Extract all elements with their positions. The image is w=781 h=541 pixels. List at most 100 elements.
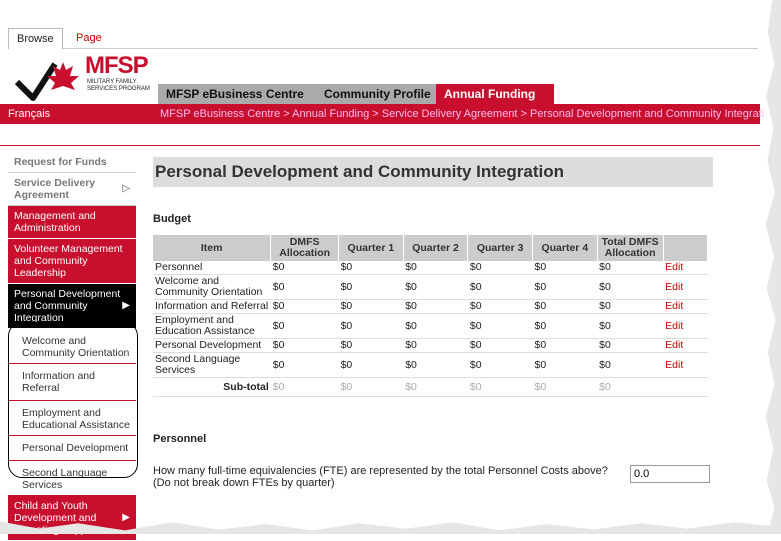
cell-q1: $0 (338, 274, 404, 300)
breadcrumb[interactable]: MFSP eBusiness Centre > Annual Funding >… (160, 104, 764, 124)
sidebar-item-request-funds[interactable]: Request for Funds (8, 152, 136, 173)
torn-edge-right (765, 0, 781, 534)
subtotal-row: Sub-total $0 $0 $0 $0 $0 $0 (153, 377, 708, 397)
cell-dmfs: $0 (270, 299, 339, 314)
nav-tab-community-profile[interactable]: Community Profile (316, 84, 442, 104)
column-header: Quarter 4 (532, 235, 598, 261)
cell-q4: $0 (532, 377, 598, 397)
nav-tab-ebusiness[interactable]: MFSP eBusiness Centre (158, 84, 322, 104)
cell-dmfs: $0 (270, 261, 339, 275)
breadcrumb-bar: Français MFSP eBusiness Centre > Annual … (0, 104, 764, 124)
browser-ribbon: Browse Page (8, 22, 758, 49)
cell-total: $0 (597, 352, 664, 378)
cell-q2: $0 (403, 377, 468, 397)
column-header: Quarter 3 (467, 235, 533, 261)
cell-q2: $0 (403, 261, 468, 275)
table-row: Employment and Education Assistance $0 $… (153, 313, 708, 339)
edit-link[interactable]: Edit (663, 261, 708, 275)
cell-q3: $0 (467, 352, 533, 378)
fte-question-hint: (Do not break down FTEs by quarter) (153, 477, 335, 489)
nav-tab-annual-funding[interactable]: Annual Funding (436, 84, 554, 104)
edit-link[interactable]: Edit (663, 352, 708, 378)
cell-q4: $0 (532, 261, 598, 275)
cell-q1: $0 (338, 352, 404, 378)
logo-name: MFSP (85, 52, 149, 79)
table-row: Second Language Services $0 $0 $0 $0 $0 … (153, 352, 708, 378)
cell-q1: $0 (338, 299, 404, 314)
edit-link[interactable]: Edit (663, 313, 708, 339)
cell-total: $0 (597, 274, 664, 300)
tab-page[interactable]: Page (68, 28, 110, 48)
cell-dmfs: $0 (270, 352, 339, 378)
cell-item: Second Language Services (153, 352, 271, 378)
personnel-heading: Personnel (153, 433, 207, 445)
column-header: Total DMFS Allocation (597, 235, 664, 261)
table-row: Information and Referral $0 $0 $0 $0 $0 … (153, 299, 708, 314)
fte-input[interactable] (630, 465, 710, 483)
cell-q3: $0 (467, 377, 533, 397)
logo-subtitle: MILITARY FAMILY SERVICES PROGRAM (87, 79, 150, 92)
cell-total: $0 (597, 313, 664, 339)
cell-q3: $0 (467, 338, 533, 353)
cell-total: $0 (597, 299, 664, 314)
chevron-right-icon: ▶ (122, 512, 130, 523)
subtotal-label: Sub-total (153, 377, 271, 397)
cell-q4: $0 (532, 338, 598, 353)
sidebar-item-child-youth[interactable]: Child and Youth Development and Parentin… (8, 496, 136, 541)
cell-total: $0 (597, 377, 664, 397)
cell-item: Employment and Education Assistance (153, 313, 271, 339)
budget-heading: Budget (153, 213, 191, 225)
highlight-circle (8, 322, 138, 478)
chevron-right-icon: ▷ (122, 183, 130, 194)
table-row: Welcome and Community Orientation $0 $0 … (153, 274, 708, 300)
cell-dmfs: $0 (270, 377, 339, 397)
cell-total: $0 (597, 338, 664, 353)
edit-link[interactable]: Edit (663, 338, 708, 353)
tab-browse[interactable]: Browse (8, 28, 63, 49)
cell-q1: $0 (338, 313, 404, 339)
table-row: Personnel $0 $0 $0 $0 $0 $0 Edit (153, 261, 708, 275)
cell-dmfs: $0 (270, 274, 339, 300)
column-header: DMFS Allocation (270, 235, 340, 261)
cell-item: Welcome and Community Orientation (153, 274, 271, 300)
cell-q1: $0 (338, 261, 404, 275)
page-title: Personal Development and Community Integ… (153, 157, 713, 187)
cell-item: Personal Development (153, 338, 271, 353)
divider (0, 145, 760, 146)
cell-dmfs: $0 (270, 338, 339, 353)
column-header: Item (153, 235, 272, 261)
table-row: Personal Development $0 $0 $0 $0 $0 $0 E… (153, 338, 708, 353)
cell-q4: $0 (532, 274, 598, 300)
cell-q2: $0 (403, 338, 468, 353)
cell-q2: $0 (403, 299, 468, 314)
cell-q3: $0 (467, 299, 533, 314)
edit-link[interactable]: Edit (663, 299, 708, 314)
cell-q4: $0 (532, 352, 598, 378)
cell-item: Information and Referral (153, 299, 271, 314)
sidebar-item-volunteer[interactable]: Volunteer Management and Community Leade… (8, 239, 136, 284)
cell-q1: $0 (338, 377, 404, 397)
cell-q2: $0 (403, 352, 468, 378)
fte-question: How many full-time equivalencies (FTE) a… (153, 465, 713, 489)
cell-q3: $0 (467, 261, 533, 275)
cell-item: Personnel (153, 261, 271, 275)
edit-link[interactable]: Edit (663, 274, 708, 300)
sidebar-item-management[interactable]: Management and Administration (8, 206, 136, 239)
main-content: Personal Development and Community Integ… (153, 157, 713, 489)
maple-leaf-check-icon (14, 62, 79, 101)
sidebar-item-label: Personal Development and Community Integ… (14, 288, 121, 324)
cell-dmfs: $0 (270, 313, 339, 339)
language-link[interactable]: Français (8, 104, 50, 124)
cell-total: $0 (597, 261, 664, 275)
cell-q1: $0 (338, 338, 404, 353)
table-header-row: Item DMFS Allocation Quarter 1 Quarter 2… (153, 235, 709, 261)
sidebar-item-service-delivery[interactable]: Service Delivery Agreement ▷ (8, 173, 136, 206)
column-header (663, 235, 709, 261)
column-header: Quarter 1 (338, 235, 404, 261)
mfsp-logo[interactable]: MFSP MILITARY FAMILY SERVICES PROGRAM (14, 52, 155, 104)
cell-q2: $0 (403, 313, 468, 339)
cell-q4: $0 (532, 313, 598, 339)
cell-q3: $0 (467, 274, 533, 300)
column-header: Quarter 2 (403, 235, 469, 261)
cell-q4: $0 (532, 299, 598, 314)
